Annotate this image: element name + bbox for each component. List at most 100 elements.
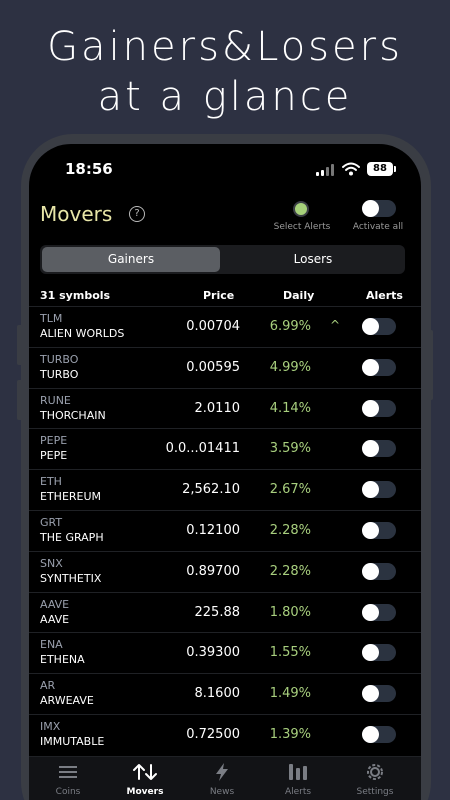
up-down-arrows-icon (133, 764, 157, 780)
coin-daily-change: 4.99% (269, 359, 311, 375)
coin-symbol: TLM (40, 312, 63, 325)
coin-name: THE GRAPH (40, 530, 104, 544)
tab-label: Alerts (284, 787, 312, 797)
select-alerts-button[interactable] (293, 201, 309, 217)
coin-price: 2,562.10 (182, 482, 240, 498)
coin-price: 0.72500 (186, 726, 240, 742)
page-title: Movers (40, 202, 113, 226)
status-time: 18:56 (65, 160, 113, 178)
phone-side-button (427, 330, 433, 400)
headline-line-2: at a glance (97, 74, 353, 120)
coin-symbol: IMX (40, 719, 61, 733)
wifi-icon (342, 162, 360, 176)
alert-toggle[interactable] (362, 481, 396, 499)
table-row[interactable]: TLM ALIEN WORLDS 0.00704 6.99% ^ (29, 306, 421, 347)
coin-price: 0.00704 (186, 319, 240, 334)
menu-icon (59, 766, 77, 778)
coin-name: ETHENA (40, 653, 85, 667)
coin-symbol: GRT (40, 515, 63, 529)
coin-daily-change: 3.59% (269, 441, 311, 457)
coin-price: 225.88 (194, 604, 241, 620)
tab-label: News (209, 787, 235, 797)
tab-coins[interactable]: Coins (33, 761, 103, 797)
bottom-tab-bar: Coins Movers News Alerts Settings (29, 756, 421, 800)
alert-toggle[interactable] (362, 603, 396, 621)
tab-losers[interactable]: Losers (223, 247, 403, 272)
coin-name: AAVE (40, 612, 70, 626)
battery-icon: 88 (367, 162, 396, 176)
coin-daily-change: 1.80% (269, 604, 311, 620)
coin-daily-change: 1.55% (269, 645, 311, 661)
symbol-count-header: 31 symbols (40, 289, 111, 302)
coin-name: PEPE (40, 449, 68, 463)
alert-toggle[interactable] (362, 685, 396, 703)
coin-symbol: AR (40, 679, 56, 693)
coin-symbol: TURBO (40, 352, 79, 366)
alert-toggle[interactable] (362, 358, 396, 376)
coin-symbol: AAVE (40, 597, 70, 611)
phone-side-button (17, 380, 23, 420)
alert-toggle[interactable] (362, 562, 396, 580)
coin-symbol: ENA (40, 638, 63, 652)
tab-news[interactable]: News (187, 761, 257, 797)
app-screen: 18:56 88 Movers ? Select Alerts Activate… (29, 144, 421, 800)
coin-daily-change: 1.49% (269, 686, 311, 702)
table-row[interactable]: ETH ETHEREUM 2,562.10 2.67% (29, 469, 421, 510)
alert-toggle[interactable] (362, 399, 396, 417)
coin-price: 2.0110 (194, 400, 241, 416)
gainers-losers-segmented-control: Gainers Losers (40, 245, 405, 274)
coin-name: ARWEAVE (40, 694, 94, 708)
gear-icon (367, 764, 383, 780)
table-row[interactable]: IMX IMMUTABLE 0.72500 1.39% (29, 713, 421, 755)
coin-name: ETHEREUM (40, 490, 102, 504)
table-row[interactable]: AR ARWEAVE 8.1600 1.49% (29, 673, 421, 714)
table-row[interactable]: ENA ETHENA 0.39300 1.55% (29, 632, 421, 673)
coin-symbol: ETH (40, 475, 62, 489)
cellular-signal-icon (316, 164, 336, 176)
select-alerts-label: Select Alerts (273, 222, 331, 232)
tab-settings[interactable]: Settings (340, 761, 410, 797)
activate-all-toggle[interactable] (362, 200, 396, 217)
table-row[interactable]: AAVE AAVE 225.88 1.80% (29, 591, 421, 633)
table-row[interactable]: TURBO TURBO 0.00595 4.99% (29, 346, 421, 388)
alert-toggle[interactable] (362, 318, 396, 335)
price-column-header[interactable]: Price (203, 289, 234, 302)
alerts-column-header: Alerts (366, 289, 403, 302)
alert-toggle[interactable] (362, 440, 396, 458)
table-row[interactable]: RUNE THORCHAIN 2.0110 4.14% (29, 387, 421, 429)
alert-toggle[interactable] (362, 725, 396, 743)
alert-toggle[interactable] (362, 644, 396, 662)
table-row[interactable]: PEPE PEPE 0.0...01411 3.59% (29, 428, 421, 469)
phone-side-button (17, 325, 23, 365)
coin-price: 0.89700 (186, 563, 240, 579)
daily-column-header[interactable]: Daily (283, 289, 314, 302)
coin-name: SYNTHETIX (40, 571, 102, 585)
coin-daily-change: 6.99% (269, 319, 311, 334)
status-bar: 18:56 88 (29, 144, 421, 192)
coin-daily-change: 4.14% (269, 400, 311, 416)
coin-name: IMMUTABLE (40, 734, 105, 748)
coin-price: 0.12100 (186, 522, 240, 538)
tab-movers[interactable]: Movers (110, 761, 180, 797)
promo-headline: Gainers&Losers at a glance (0, 22, 450, 122)
coin-daily-change: 2.67% (269, 482, 311, 498)
headline-line-1: Gainers&Losers (47, 24, 403, 70)
coin-name: ALIEN WORLDS (40, 327, 125, 340)
coin-symbol: SNX (40, 556, 63, 570)
question-circle-icon[interactable]: ? (129, 206, 145, 222)
coin-daily-change: 2.28% (269, 522, 311, 538)
alert-toggle[interactable] (362, 521, 396, 539)
activate-all-label: Activate all (352, 222, 404, 232)
bars-icon (289, 764, 307, 780)
table-row[interactable]: SNX SYNTHETIX 0.89700 2.28% (29, 550, 421, 592)
coin-price: 0.00595 (186, 359, 240, 375)
tab-label: Settings (356, 787, 394, 797)
lightning-icon (216, 763, 228, 781)
table-row[interactable]: GRT THE GRAPH 0.12100 2.28% (29, 509, 421, 551)
tab-alerts[interactable]: Alerts (263, 761, 333, 797)
chevron-up-icon[interactable]: ^ (330, 318, 340, 332)
coin-name: TURBO (40, 367, 79, 381)
coin-symbol: RUNE (40, 393, 71, 407)
tab-gainers[interactable]: Gainers (42, 247, 220, 272)
coin-daily-change: 2.28% (269, 563, 311, 579)
